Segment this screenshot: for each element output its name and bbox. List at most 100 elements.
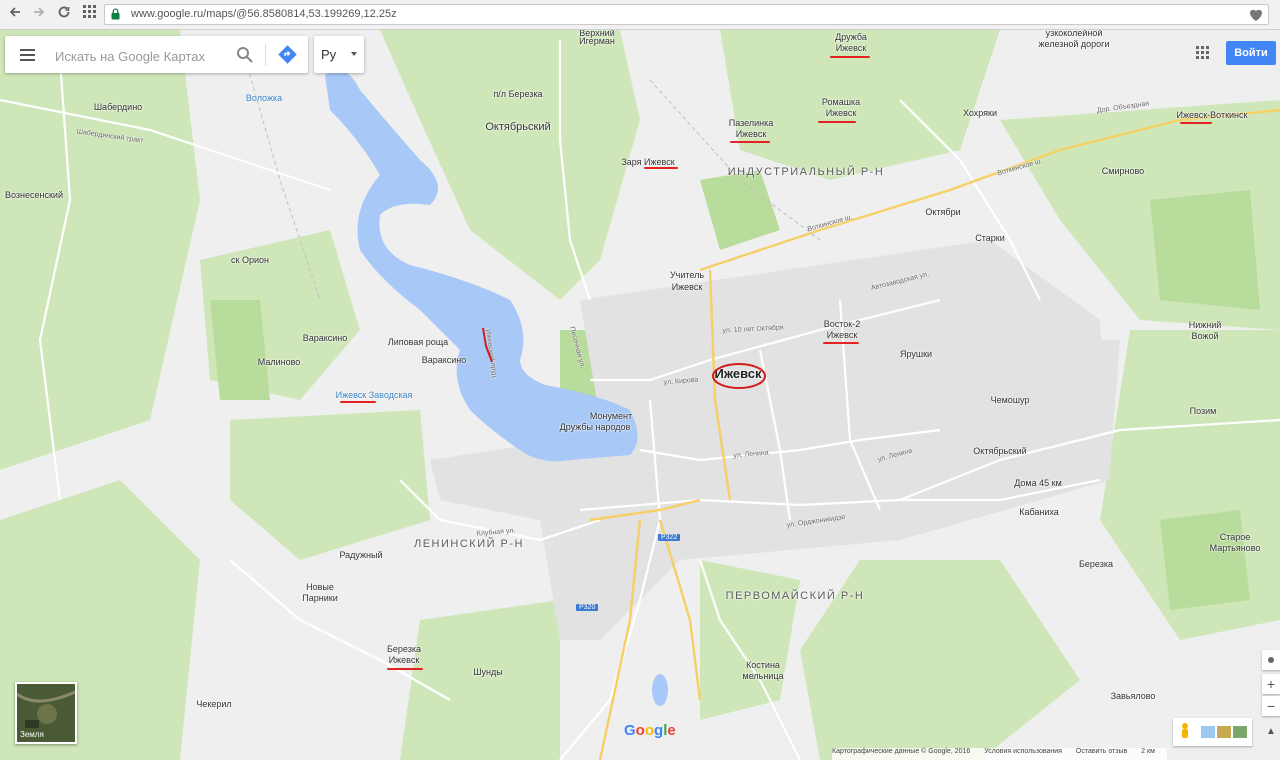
login-button[interactable]: Войти xyxy=(1226,41,1276,65)
place-label[interactable]: Дружбы народов xyxy=(560,422,631,433)
place-label[interactable]: п/л Березка xyxy=(493,89,542,100)
red-underline xyxy=(340,401,376,403)
secure-lock-icon xyxy=(111,8,120,20)
place-label[interactable]: Шабердино xyxy=(94,102,142,113)
place-label[interactable]: Вожой xyxy=(1192,331,1219,342)
place-label[interactable]: Ижевск xyxy=(826,108,857,119)
city-circle-annotation xyxy=(712,363,766,389)
zoom-out-button[interactable]: − xyxy=(1262,696,1280,716)
place-label[interactable]: Ижевск xyxy=(389,655,420,666)
place-label[interactable]: Монумент xyxy=(590,411,632,422)
reload-icon xyxy=(58,6,70,18)
place-label[interactable]: Воложка xyxy=(246,93,282,104)
google-apps-icon[interactable] xyxy=(1196,46,1210,60)
place-label[interactable]: Березка xyxy=(387,644,421,655)
feedback-link[interactable]: Оставить отзыв xyxy=(1076,748,1127,755)
place-label[interactable]: Костина xyxy=(746,660,780,671)
search-icon[interactable] xyxy=(236,46,253,63)
place-label[interactable]: Ромашка xyxy=(822,97,860,108)
place-label[interactable]: Парники xyxy=(302,593,337,604)
place-label[interactable]: Дома 45 км xyxy=(1014,478,1062,489)
place-label[interactable]: Ижевск xyxy=(827,330,858,341)
directions-icon[interactable] xyxy=(278,45,297,64)
place-label[interactable]: Вараксино xyxy=(303,333,348,344)
place-label[interactable]: Ярушки xyxy=(900,349,932,360)
place-label[interactable]: Липовая роща xyxy=(388,337,448,348)
place-label[interactable]: Восток-2 xyxy=(824,319,860,330)
hamburger-menu-icon[interactable] xyxy=(20,49,35,61)
place-label[interactable]: Радужный xyxy=(339,550,382,561)
place-label[interactable]: Октябрьский xyxy=(485,122,550,133)
place-label[interactable]: Мартьяново xyxy=(1210,543,1261,554)
street-view-panel xyxy=(1173,718,1252,746)
address-bar[interactable]: www.google.ru/maps/@56.8580814,53.199269… xyxy=(104,4,1269,25)
place-label[interactable]: мельница xyxy=(743,671,784,682)
place-label[interactable]: Ижевск xyxy=(736,129,767,140)
scale-label[interactable]: 2 км xyxy=(1141,748,1155,755)
search-input[interactable] xyxy=(53,45,227,67)
red-underline xyxy=(830,56,870,58)
place-label[interactable]: Малиново xyxy=(258,357,301,368)
place-label[interactable]: Смирново xyxy=(1102,166,1144,177)
map-footer: Картографические данные © Google, 2016 У… xyxy=(832,748,1167,760)
red-underline xyxy=(387,668,423,670)
place-label[interactable]: ск Орион xyxy=(231,255,269,266)
earth-view-toggle[interactable]: Земля xyxy=(15,682,77,744)
place-label[interactable]: Березка xyxy=(1079,559,1113,570)
place-label[interactable]: Старое xyxy=(1220,532,1251,543)
arrow-left-icon xyxy=(9,7,20,17)
location-dot-icon xyxy=(1268,657,1274,663)
zoom-in-button[interactable]: + xyxy=(1262,674,1280,694)
place-label[interactable]: Кабаниха xyxy=(1019,507,1059,518)
red-underline xyxy=(730,141,770,143)
forward-button[interactable] xyxy=(30,5,48,23)
highway-shield: Р320 xyxy=(576,604,599,611)
browser-toolbar: www.google.ru/maps/@56.8580814,53.199269… xyxy=(0,0,1280,30)
place-label[interactable]: Старки xyxy=(975,233,1005,244)
place-label[interactable]: Новые xyxy=(306,582,334,593)
my-location-button[interactable] xyxy=(1262,650,1280,670)
red-underline xyxy=(823,342,859,344)
apps-grid-icon xyxy=(82,5,96,18)
district-label: ИНДУСТРИАЛЬНЫЙ Р-Н xyxy=(727,166,885,178)
place-label[interactable]: Ижевск xyxy=(836,43,867,54)
reload-button[interactable] xyxy=(55,5,73,23)
back-button[interactable] xyxy=(6,5,24,23)
heart-icon[interactable] xyxy=(1248,7,1264,22)
earth-label: Земля xyxy=(20,730,44,739)
arrow-right-icon xyxy=(34,7,45,17)
place-label[interactable]: Чемошур xyxy=(991,395,1030,406)
red-underline xyxy=(1180,122,1212,124)
expand-icon[interactable]: ▲ xyxy=(1262,722,1280,742)
place-label[interactable]: Октябрьский xyxy=(973,446,1026,457)
map-canvas[interactable]: Ижевск ИНДУСТРИАЛЬНЫЙ Р-Н ЛЕНИНСКИЙ Р-Н … xyxy=(0,30,1280,760)
place-label[interactable]: Позим xyxy=(1190,406,1217,417)
place-label: железной дороги xyxy=(1038,39,1110,49)
place-label[interactable]: Пазелинка xyxy=(729,118,774,129)
place-label[interactable]: Игерман xyxy=(579,36,615,47)
place-label[interactable]: Чекерил xyxy=(196,699,231,710)
place-label[interactable]: Нижний xyxy=(1189,320,1222,331)
district-label: ПЕРВОМАЙСКИЙ Р-Н xyxy=(725,590,865,602)
place-label[interactable]: Вараксино xyxy=(422,355,467,366)
chevron-down-icon xyxy=(351,52,357,56)
map-graphics xyxy=(0,30,1280,760)
place-label[interactable]: Ижевск xyxy=(672,282,703,293)
place-label[interactable]: Завьялово xyxy=(1111,691,1156,702)
apps-shortcut-button[interactable] xyxy=(80,5,98,23)
language-selector[interactable]: Ру xyxy=(314,36,364,73)
search-box xyxy=(5,36,308,73)
place-label[interactable]: Ижевск-Воткинск xyxy=(1177,110,1248,121)
place-label[interactable]: Ижевск Заводская xyxy=(336,390,413,401)
place-label[interactable]: Хохряки xyxy=(963,108,997,119)
place-label[interactable]: Шунды xyxy=(473,667,502,678)
red-underline xyxy=(644,167,678,169)
terms-link[interactable]: Условия использования xyxy=(984,748,1062,755)
place-label[interactable]: Октябри xyxy=(925,207,960,218)
place-label[interactable]: Дружба xyxy=(835,32,867,43)
place-label[interactable]: Вознесенский xyxy=(5,190,63,201)
imagery-thumbnails-icon[interactable] xyxy=(1201,726,1247,738)
pegman-icon[interactable] xyxy=(1179,722,1191,742)
place-label[interactable]: Учитель xyxy=(670,270,704,281)
district-label: ЛЕНИНСКИЙ Р-Н xyxy=(413,538,525,550)
